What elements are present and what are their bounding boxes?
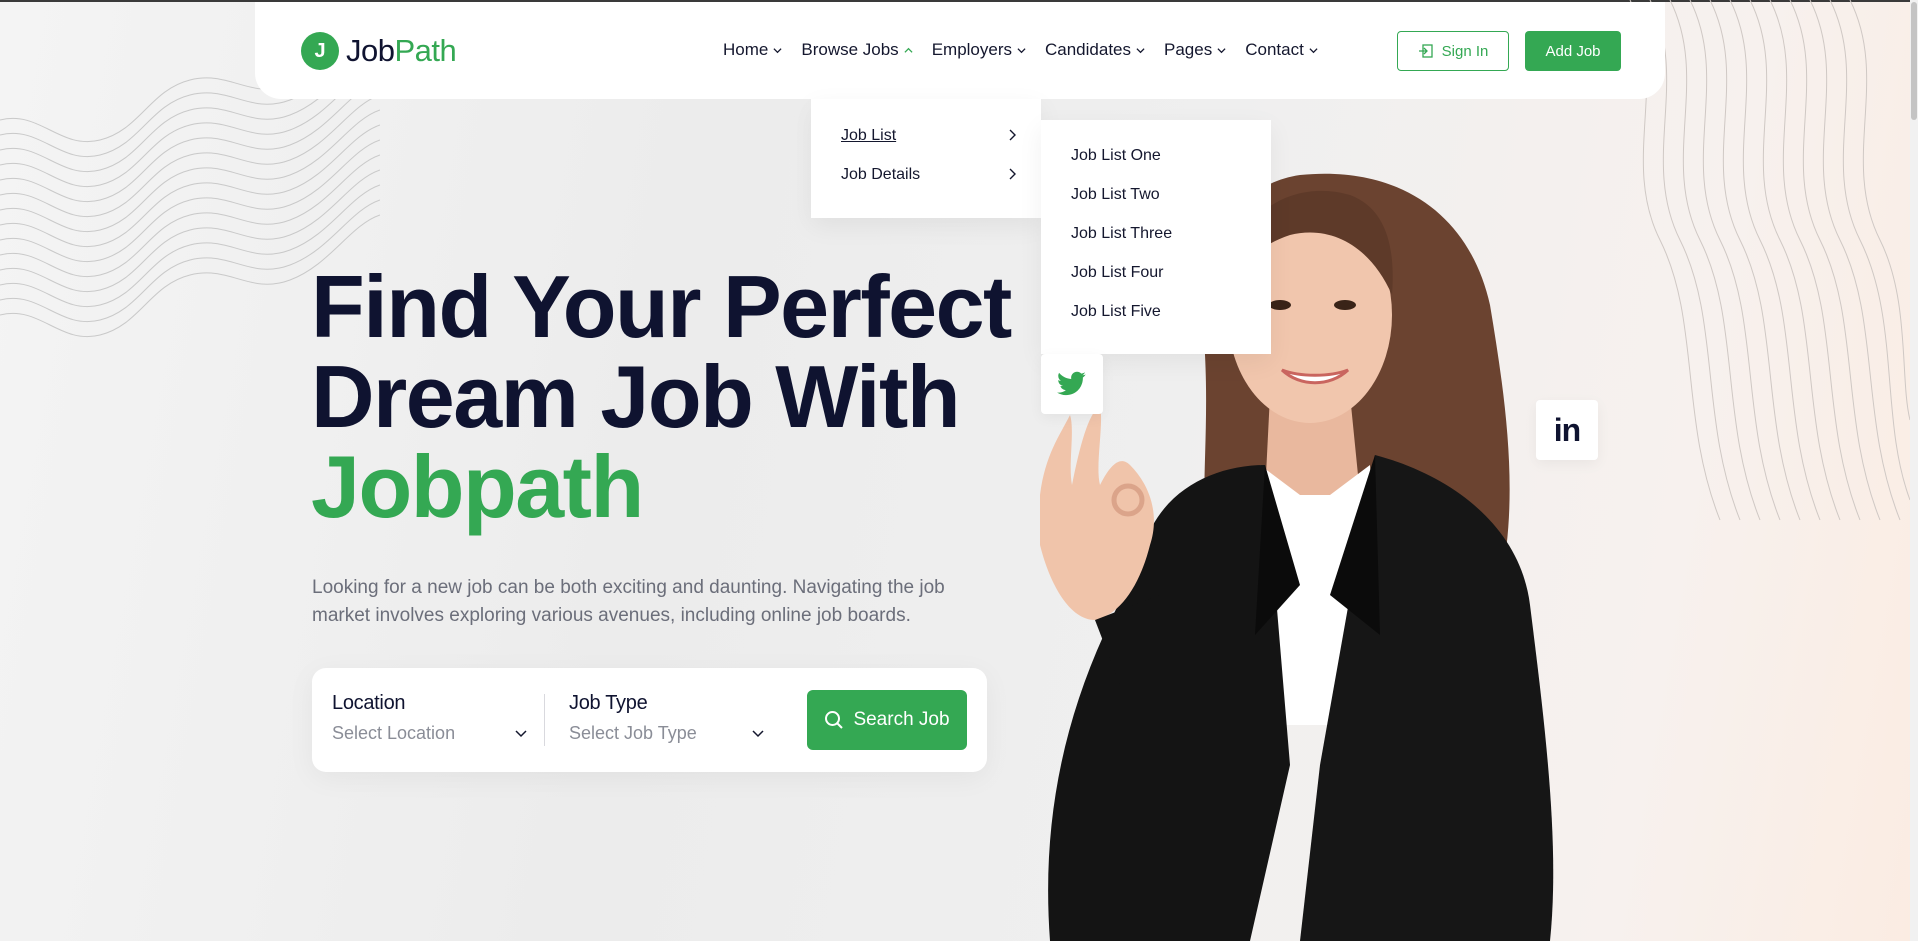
chevron-down-icon: [752, 729, 764, 737]
site-header: J JobPath Home Browse Jobs Employers Can…: [255, 2, 1665, 99]
submenu-item-job-list-one[interactable]: Job List One: [1071, 147, 1161, 165]
submenu-item-job-list-two[interactable]: Job List Two: [1071, 186, 1160, 204]
chevron-down-icon: [1017, 47, 1026, 53]
hero-title-line-2: Dream Job With: [311, 347, 961, 446]
job-list-submenu: Job List One Job List Two Job List Three…: [1041, 120, 1271, 354]
nav-item-label: Contact: [1245, 40, 1304, 59]
hero-description: Looking for a new job can be both exciti…: [312, 577, 945, 626]
nav-item-employers[interactable]: Employers: [932, 40, 1026, 60]
logo-mark-icon: J: [301, 32, 339, 70]
chevron-right-icon: [1009, 129, 1016, 141]
job-type-field: Job Type Select Job Type: [569, 692, 764, 744]
hero-title-accent: Jobpath: [311, 437, 644, 536]
nav-item-contact[interactable]: Contact: [1245, 40, 1318, 60]
search-icon: [825, 711, 844, 729]
chevron-down-icon: [1309, 47, 1318, 53]
nav-item-label: Employers: [931, 40, 1012, 59]
nav-item-candidates[interactable]: Candidates: [1045, 40, 1145, 60]
nav-item-home[interactable]: Home: [723, 40, 782, 60]
location-select-value: Select Location: [332, 723, 456, 743]
chevron-down-icon: [1217, 47, 1226, 53]
sign-in-label: Sign In: [1441, 42, 1489, 60]
chevron-right-icon: [1009, 168, 1016, 180]
page-scrollbar[interactable]: [1910, 0, 1918, 941]
nav-item-label: Pages: [1164, 40, 1213, 59]
hero-title: Find Your Perfect Dream Job With Jobpath: [311, 257, 1012, 536]
job-type-select[interactable]: Select Job Type: [569, 723, 764, 744]
submenu-item-job-list-three[interactable]: Job List Three: [1071, 225, 1172, 243]
location-select[interactable]: Select Location: [332, 723, 527, 744]
logo-text: JobPath: [346, 33, 457, 69]
scrollbar-thumb[interactable]: [1911, 2, 1917, 120]
linkedin-icon: in: [1553, 411, 1581, 448]
nav-item-label: Browse Jobs: [801, 40, 899, 59]
submenu-item-job-list-five[interactable]: Job List Five: [1071, 303, 1161, 321]
chevron-up-icon: [904, 47, 913, 53]
site-logo[interactable]: J JobPath: [301, 32, 457, 70]
nav-item-label: Home: [723, 40, 769, 59]
job-type-label: Job Type: [569, 692, 648, 714]
job-type-select-value: Select Job Type: [569, 723, 697, 743]
location-label: Location: [332, 692, 406, 714]
field-divider: [544, 694, 545, 746]
submenu-item-job-list-four[interactable]: Job List Four: [1071, 264, 1163, 282]
twitter-icon: [1057, 371, 1086, 396]
chevron-down-icon: [515, 729, 527, 737]
nav-item-label: Candidates: [1045, 40, 1132, 59]
search-job-button[interactable]: Search Job: [807, 690, 967, 750]
chevron-down-icon: [1136, 47, 1145, 53]
chevron-down-icon: [773, 47, 782, 53]
linkedin-link[interactable]: in: [1536, 400, 1598, 460]
hero-title-line-1: Find Your Perfect: [311, 257, 1012, 356]
nav-item-browse-jobs[interactable]: Browse Jobs: [801, 40, 913, 60]
location-field: Location Select Location: [332, 692, 527, 744]
add-job-button[interactable]: Add Job: [1525, 31, 1621, 71]
sign-in-icon: [1418, 44, 1433, 58]
add-job-label: Add Job: [1545, 42, 1601, 60]
main-nav: Home Browse Jobs Employers Candidates Pa…: [723, 40, 1337, 60]
sign-in-button[interactable]: Sign In: [1397, 31, 1509, 71]
logo-text-path: Path: [394, 33, 457, 68]
twitter-link[interactable]: [1041, 354, 1103, 414]
nav-item-pages[interactable]: Pages: [1164, 40, 1226, 60]
search-job-label: Search Job: [853, 709, 950, 730]
dropdown-item-job-list[interactable]: Job List: [841, 127, 896, 145]
logo-text-job: Job: [346, 33, 395, 68]
job-search-form: Location Select Location Job Type Select…: [312, 668, 987, 772]
browse-jobs-dropdown: Job List Job Details: [811, 99, 1041, 218]
dropdown-item-job-details[interactable]: Job Details: [841, 166, 920, 184]
